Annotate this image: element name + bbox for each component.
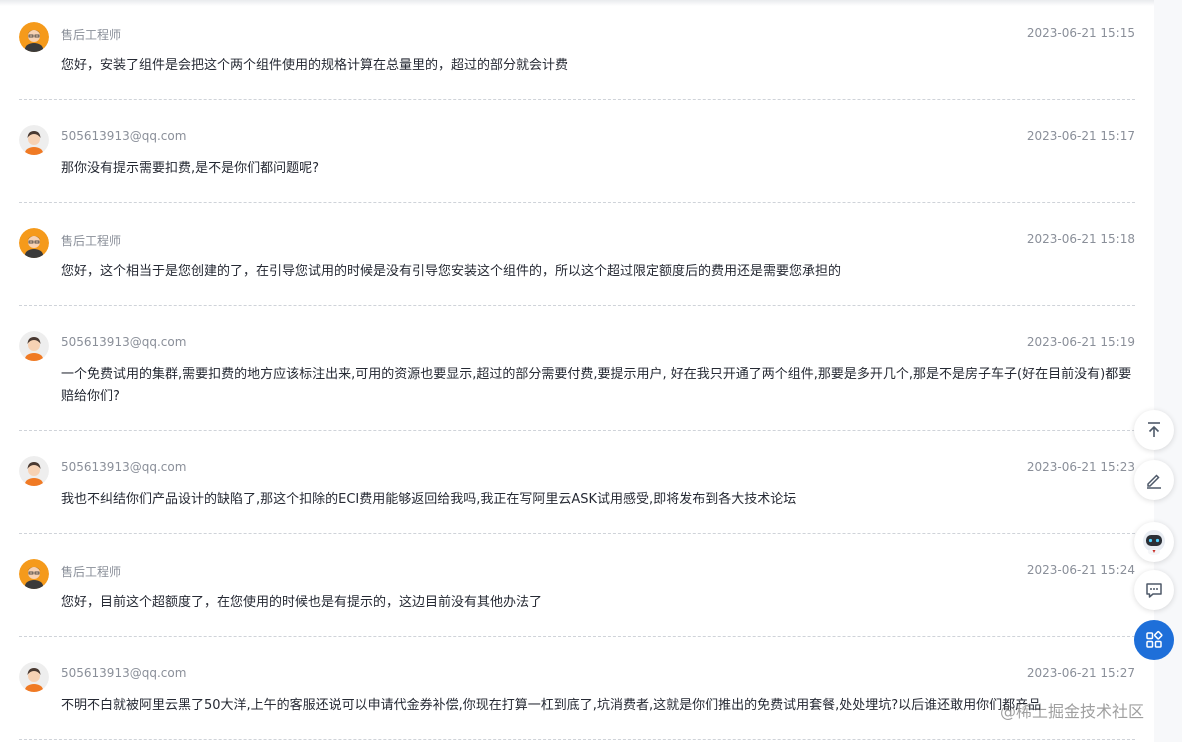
back-to-top-button[interactable] — [1134, 410, 1174, 450]
comment-divider — [19, 202, 1135, 203]
comment-author: 505613913@qq.com — [61, 129, 187, 143]
comment-time: 2023-06-21 15:17 — [1026, 129, 1135, 143]
comment-divider — [19, 99, 1135, 100]
comment-time: 2023-06-21 15:24 — [1026, 563, 1135, 577]
comment-text: 不明不白就被阿里云黑了50大洋,上午的客服还说可以申请代金券补偿,你现在打算一杠… — [61, 698, 1042, 713]
user-avatar — [19, 125, 49, 155]
write-button[interactable] — [1134, 460, 1174, 500]
user-avatar — [19, 456, 49, 486]
comment-author: 售后工程师 — [61, 28, 122, 42]
comment-time: 2023-06-21 15:23 — [1026, 460, 1135, 474]
more-apps-button[interactable] — [1134, 620, 1174, 660]
comment-text: 一个免费试用的集群,需要扣费的地方应该标注出来,可用的资源也要显示,超过的部分需… — [61, 367, 1132, 404]
comment-author: 售后工程师 — [61, 234, 122, 248]
engineer-avatar — [19, 559, 49, 589]
watermark: @稀土掘金技术社区 — [1000, 702, 1145, 721]
comment-divider — [19, 533, 1135, 534]
comment-author: 505613913@qq.com — [61, 335, 187, 349]
comment-divider — [19, 430, 1135, 431]
comment-author: 505613913@qq.com — [61, 666, 187, 680]
comment-text: 您好，目前这个超额度了，在您使用的时候也是有提示的，这边目前没有其他办法了 — [61, 595, 543, 610]
comment-text: 那你没有提示需要扣费,是不是你们都问题呢? — [61, 161, 320, 176]
comment-divider — [19, 739, 1135, 740]
comment-divider — [19, 305, 1135, 306]
user-avatar — [19, 662, 49, 692]
comment-text: 您好，这个相当于是您创建的了，在引导您试用的时候是没有引导您安装这个组件的，所以… — [61, 264, 842, 279]
back-to-top-icon — [1144, 420, 1164, 440]
comment-time: 2023-06-21 15:18 — [1026, 232, 1135, 246]
comment-time: 2023-06-21 15:19 — [1026, 335, 1135, 349]
comment-author: 505613913@qq.com — [61, 460, 187, 474]
engineer-avatar — [19, 22, 49, 52]
engineer-avatar — [19, 228, 49, 258]
edit-icon — [1144, 470, 1164, 490]
comment-text: 您好，安装了组件是会把这个两个组件使用的规格计算在总量里的，超过的部分就会计费 — [61, 58, 569, 73]
apps-icon — [1144, 630, 1164, 650]
robot-assistant-icon — [1137, 525, 1171, 559]
ai-assistant-button[interactable] — [1134, 522, 1174, 562]
top-shadow — [0, 0, 1154, 6]
comment-author: 售后工程师 — [61, 565, 122, 579]
comment-divider — [19, 636, 1135, 637]
comment-text: 我也不纠结你们产品设计的缺陷了,那这个扣除的ECI费用能够返回给我吗,我正在写阿… — [61, 492, 797, 507]
comment-icon — [1144, 580, 1164, 600]
comment-time: 2023-06-21 15:15 — [1026, 26, 1135, 40]
comment-time: 2023-06-21 15:27 — [1026, 666, 1135, 680]
feedback-button[interactable] — [1134, 570, 1174, 610]
user-avatar — [19, 331, 49, 361]
